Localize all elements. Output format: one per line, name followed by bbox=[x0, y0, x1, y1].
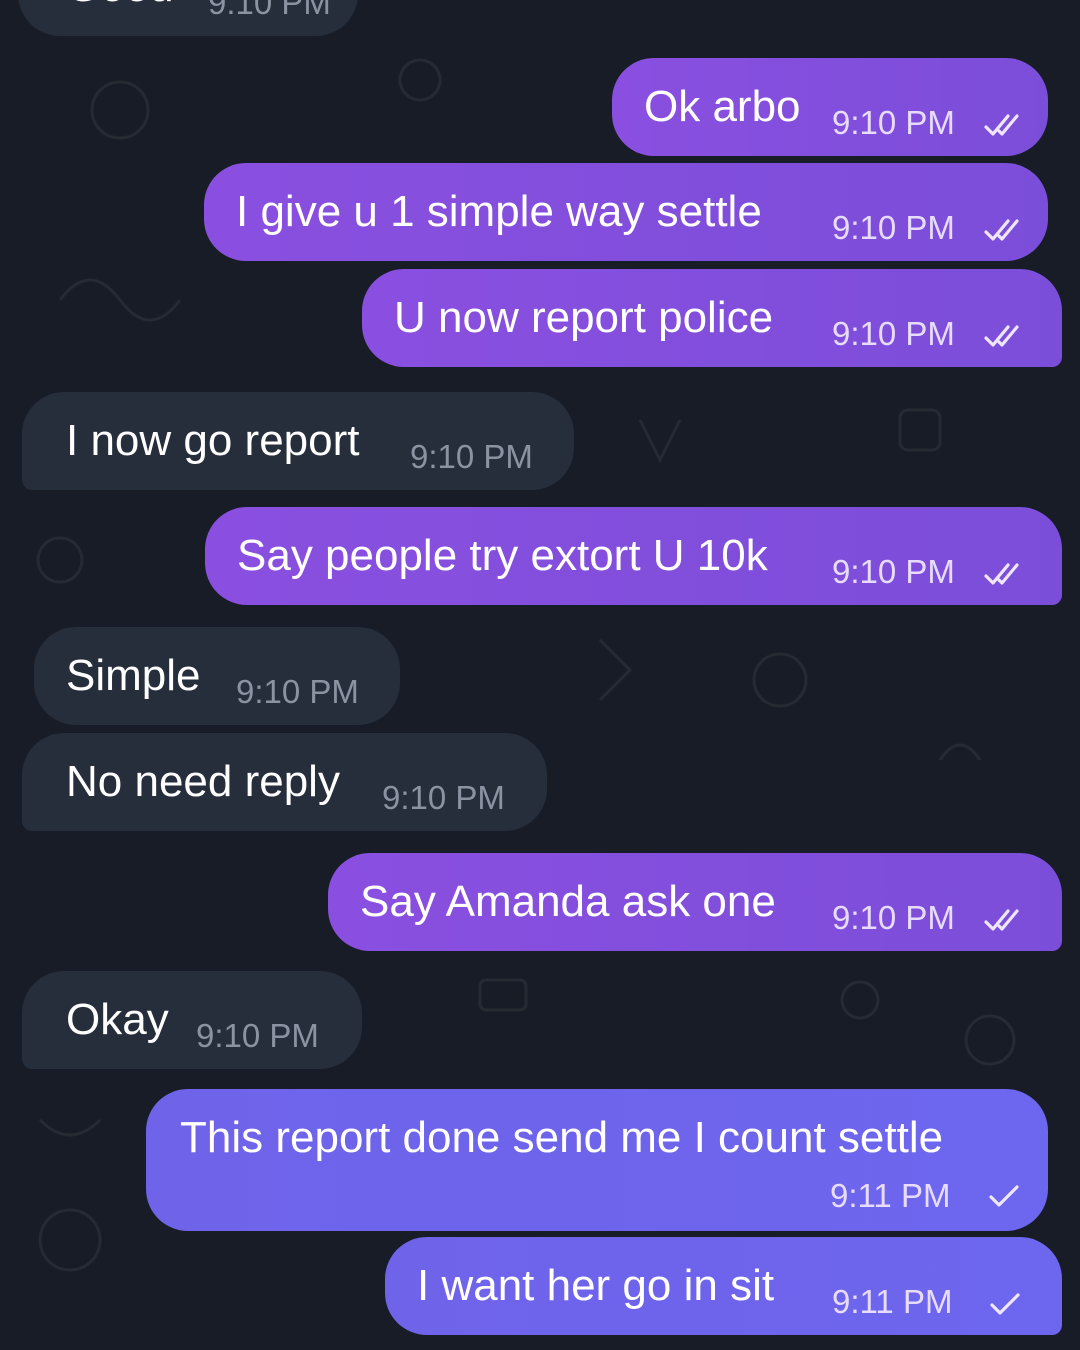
message-text: I give u 1 simple way settle bbox=[236, 187, 762, 236]
double-check-icon bbox=[984, 114, 1019, 136]
message-text: Say Amanda ask one bbox=[360, 877, 776, 926]
single-check-icon bbox=[990, 1293, 1020, 1315]
message-time: 9:10 PM bbox=[382, 779, 505, 816]
outgoing-message[interactable]: I give u 1 simple way settle 9:10 PM bbox=[204, 163, 1048, 261]
message-time: 9:10 PM bbox=[832, 104, 955, 141]
outgoing-message[interactable]: Say Amanda ask one 9:10 PM bbox=[328, 853, 1062, 951]
message-text: U now report police bbox=[394, 293, 774, 342]
incoming-message[interactable]: Good 9:10 PM bbox=[18, 0, 358, 36]
message-time: 9:11 PM bbox=[832, 1283, 953, 1320]
message-text: This report done send me I count settle bbox=[180, 1113, 944, 1162]
incoming-message[interactable]: Okay 9:10 PM bbox=[22, 971, 362, 1069]
double-check-icon bbox=[984, 909, 1019, 931]
outgoing-message[interactable]: I want her go in sit 9:11 PM bbox=[385, 1237, 1062, 1335]
message-text: Okay bbox=[66, 995, 169, 1044]
incoming-message[interactable]: Simple 9:10 PM bbox=[34, 627, 400, 725]
message-text: Simple bbox=[66, 651, 201, 700]
double-check-icon bbox=[984, 325, 1019, 347]
message-text: I now go report bbox=[66, 416, 360, 465]
message-text: I want her go in sit bbox=[417, 1261, 775, 1310]
incoming-message[interactable]: I now go report 9:10 PM bbox=[22, 392, 574, 490]
message-time: 9:10 PM bbox=[832, 209, 955, 246]
message-time: 9:10 PM bbox=[236, 673, 359, 710]
message-time: 9:10 PM bbox=[832, 899, 955, 936]
outgoing-message[interactable]: U now report police 9:10 PM bbox=[362, 269, 1062, 367]
outgoing-message[interactable]: Say people try extort U 10k 9:10 PM bbox=[205, 507, 1062, 605]
outgoing-message[interactable]: Ok arbo 9:10 PM bbox=[612, 58, 1048, 156]
message-time: 9:10 PM bbox=[196, 1017, 319, 1054]
double-check-icon bbox=[984, 219, 1019, 241]
message-text: Ok arbo bbox=[644, 82, 801, 131]
double-check-icon bbox=[984, 563, 1019, 585]
message-time: 9:10 PM bbox=[832, 315, 955, 352]
outgoing-message[interactable]: This report done send me I count settle 9… bbox=[146, 1089, 1048, 1231]
message-text: No need reply bbox=[66, 757, 340, 806]
chat-message-list[interactable]: Good9:10 PMOk arbo9:10 PMI give u 1 simp… bbox=[0, 0, 1080, 1350]
message-time: 9:11 PM bbox=[830, 1177, 951, 1214]
incoming-message[interactable]: No need reply 9:10 PM bbox=[22, 733, 547, 831]
message-text: Say people try extort U 10k bbox=[237, 531, 768, 580]
message-time: 9:10 PM bbox=[208, 0, 331, 21]
message-time: 9:10 PM bbox=[410, 438, 533, 475]
single-check-icon bbox=[989, 1185, 1019, 1207]
message-text: Good bbox=[66, 0, 174, 12]
message-time: 9:10 PM bbox=[832, 553, 955, 590]
